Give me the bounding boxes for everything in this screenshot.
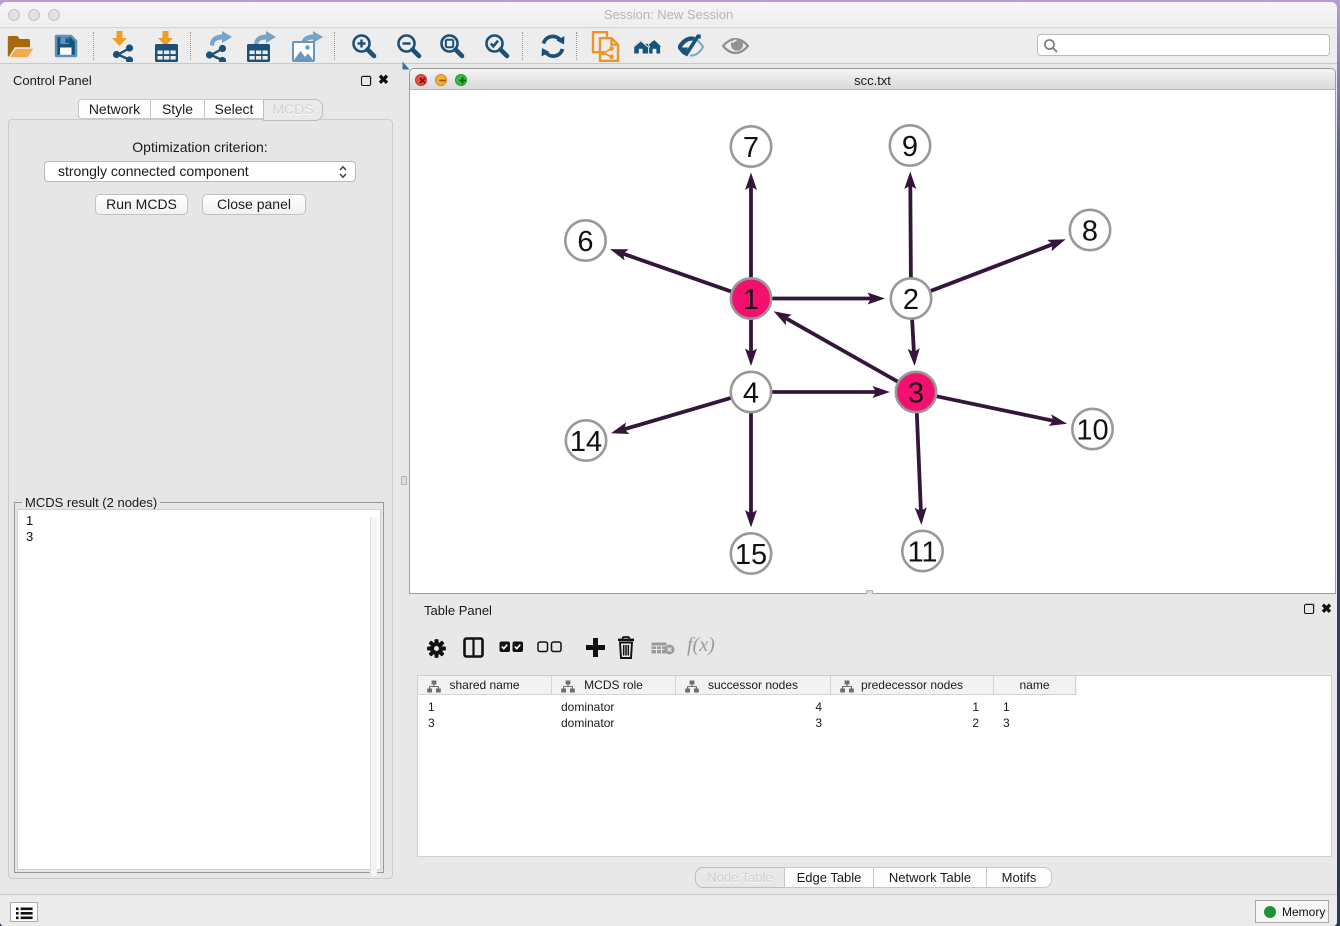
- svg-text:8: 8: [1082, 216, 1098, 248]
- svg-text:7: 7: [743, 132, 759, 164]
- svg-text:10: 10: [1076, 415, 1108, 447]
- svg-text:2: 2: [903, 284, 919, 316]
- svg-text:1: 1: [743, 284, 759, 316]
- svg-text:11: 11: [907, 537, 937, 569]
- svg-text:6: 6: [577, 226, 593, 258]
- svg-text:3: 3: [908, 378, 924, 410]
- svg-text:15: 15: [735, 539, 767, 571]
- svg-text:4: 4: [743, 378, 759, 410]
- svg-text:9: 9: [902, 131, 918, 163]
- svg-text:14: 14: [570, 426, 602, 458]
